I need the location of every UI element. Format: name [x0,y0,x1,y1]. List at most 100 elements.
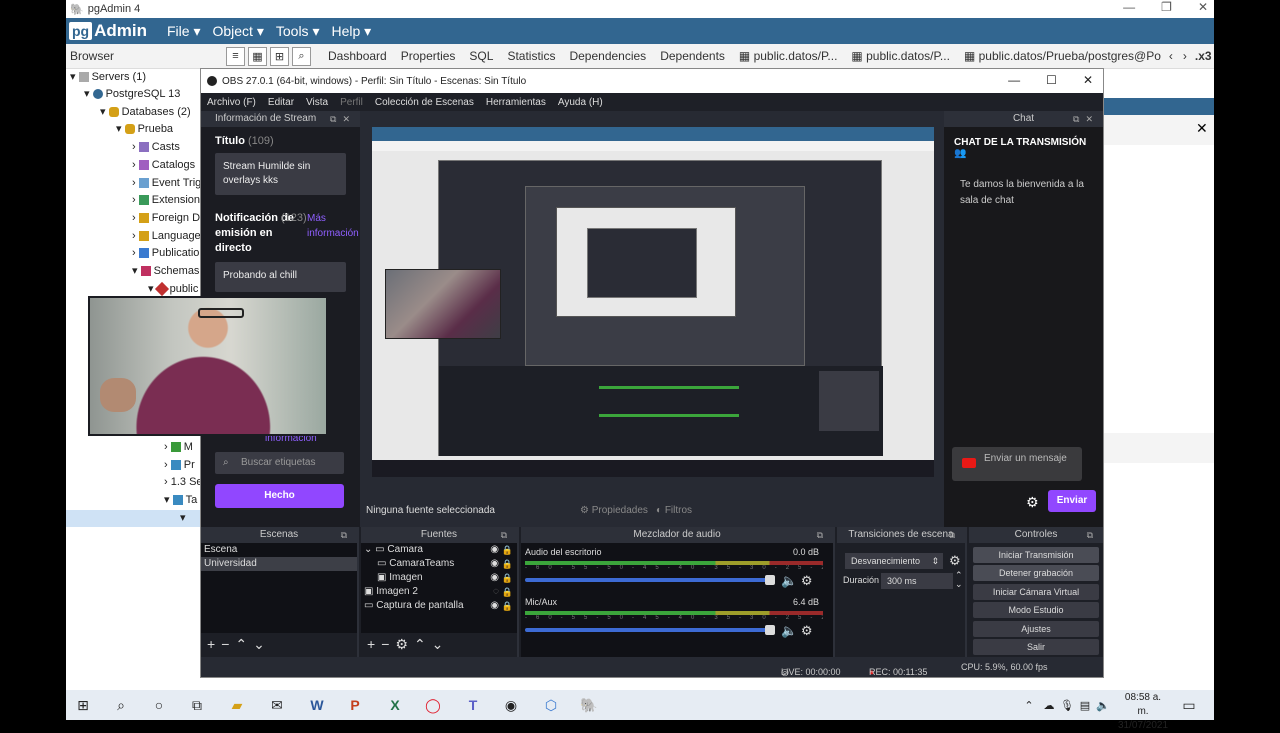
search-icon[interactable]: ⌕ [112,696,130,714]
gear-icon[interactable]: ⚙ [801,623,813,638]
gear-icon[interactable]: ⚙ [949,553,961,569]
menu-coleccion[interactable]: Colección de Escenas [375,97,474,108]
restore-icon[interactable]: ❐ [1161,0,1172,14]
cortana-icon[interactable]: ○ [150,696,168,714]
obs-icon[interactable]: ◉ [502,696,520,714]
table-icon[interactable]: ▦ [248,46,267,66]
windows-start-icon[interactable]: ⊞ [74,696,92,714]
close-icon[interactable]: ✕ [1198,0,1208,14]
tab-extra[interactable]: .x3 [1195,49,1212,63]
tab-dependencies[interactable]: Dependencies [569,49,646,63]
gear-icon[interactable]: ⚙ [801,573,813,588]
move-down-icon[interactable]: ⌄ [253,636,271,652]
remove-icon[interactable]: − [381,636,395,652]
tree-node-se[interactable]: › 1.3 Se [164,474,203,491]
search-icon[interactable]: ⌕ [292,46,311,66]
source-item[interactable]: ▣ Imagen 2 ◌ 🔒 [361,585,517,599]
send-button[interactable]: Enviar [1048,490,1096,512]
menu-editar[interactable]: Editar [268,97,294,108]
close-dock-icon[interactable]: ✕ [342,114,356,124]
tree-node-languages[interactable]: › Languages [132,228,206,245]
float-dock-icon[interactable]: ⧉ [817,527,829,543]
menu-perfil[interactable]: Perfil [340,97,363,108]
chevron-right-icon[interactable]: › [1183,49,1187,63]
maximize-icon[interactable]: ☐ [1046,73,1057,87]
float-dock-icon[interactable]: ⧉ [1087,527,1099,543]
preview-canvas[interactable] [372,127,934,477]
tree-node-prueba[interactable]: ▾ Prueba [116,121,173,138]
eye-hidden-icon[interactable]: ◌ [493,585,499,599]
menu-object[interactable]: Object ▾ [212,23,263,40]
float-dock-icon[interactable]: ⧉ [949,527,961,543]
task-view-icon[interactable]: ⧉ [188,696,206,714]
network-icon[interactable]: ▤ [1076,696,1094,714]
tab-query-3[interactable]: ▦ public.datos/Prueba/postgres@Po [964,49,1161,63]
add-icon[interactable]: + [207,636,221,652]
move-up-icon[interactable]: ⌃ [414,636,432,652]
tree-node-postgresql[interactable]: ▾ PostgreSQL 13 [84,86,180,103]
notifications-icon[interactable]: ▭ [1180,696,1198,714]
stepper-icon[interactable]: ⌃ ⌄ [955,571,963,589]
word-icon[interactable]: W [308,696,326,714]
minimize-icon[interactable]: — [1123,0,1135,14]
system-clock[interactable]: 08:58 a. m. 31/07/2021 [1118,690,1168,733]
tree-node-casts[interactable]: › Casts [132,139,180,156]
slider-knob[interactable] [765,625,775,635]
camera-icon[interactable] [962,458,976,468]
notification-input[interactable]: Probando al chill [215,262,346,292]
chat-settings-icon[interactable]: ⚙ [1026,494,1039,511]
float-dock-icon[interactable]: ⧉ [330,114,342,124]
menu-tools[interactable]: Tools ▾ [276,23,320,40]
source-item[interactable]: ⌄ ▭ Camara ◉ 🔒 [361,543,517,557]
duration-input[interactable]: 300 ms [881,573,953,589]
database-icon[interactable]: ≡ [226,46,245,66]
chevron-up-icon[interactable]: ⌃ [1020,696,1038,714]
chevron-left-icon[interactable]: ‹ [1169,49,1173,63]
move-down-icon[interactable]: ⌄ [432,636,450,652]
float-dock-icon[interactable]: ⧉ [1073,114,1085,124]
cloud-icon[interactable]: ☁ [1040,696,1058,714]
pgadmin-icon[interactable]: 🐘 [580,696,598,714]
menu-vista[interactable]: Vista [306,97,328,108]
tag-search-input[interactable]: ⌕ Buscar etiquetas [215,452,344,474]
eye-icon[interactable]: ◉ [490,599,499,613]
powerpoint-icon[interactable]: P [346,696,364,714]
move-up-icon[interactable]: ⌃ [235,636,253,652]
source-item[interactable]: ▭ Captura de pantalla ◉ 🔒 [361,599,517,613]
eye-icon[interactable]: ◉ [490,557,499,571]
close-panel-icon[interactable]: ✕ [1196,120,1208,137]
gear-icon[interactable]: ⚙ [395,636,414,652]
source-item[interactable]: ▣ Imagen ◉ 🔒 [361,571,517,585]
app-cube-icon[interactable]: ⬡ [542,696,560,714]
tree-node-schemas[interactable]: ▾ Schemas [132,263,199,280]
microphone-icon[interactable]: 🎙 [1058,696,1076,714]
close-dock-icon[interactable]: ✕ [1085,114,1099,124]
tab-properties[interactable]: Properties [401,49,456,63]
properties-button[interactable]: ⚙ Propiedades [580,505,648,516]
tree-node-databases[interactable]: ▾ Databases (2) [100,104,191,121]
done-button[interactable]: Hecho [215,484,344,508]
minimize-icon[interactable]: — [1008,73,1020,87]
menu-file[interactable]: File ▾ [167,23,200,40]
add-icon[interactable]: + [367,636,381,652]
tree-node-pr[interactable]: › Pr [164,457,195,474]
close-icon[interactable]: ✕ [1083,73,1093,87]
menu-herramientas[interactable]: Herramientas [486,97,546,108]
mail-icon[interactable]: ✉ [268,696,286,714]
stop-recording-button[interactable]: Detener grabación [973,565,1099,581]
stream-title-input[interactable]: Stream Humilde sin overlays kks [215,153,346,195]
slider-knob[interactable] [765,575,775,585]
scene-item-selected[interactable]: Universidad [201,557,357,571]
volume-slider[interactable] [525,575,775,585]
tab-statistics[interactable]: Statistics [507,49,555,63]
lock-icon[interactable]: 🔒 [502,543,513,557]
lock-icon[interactable]: 🔒 [502,557,513,571]
menu-ayuda[interactable]: Ayuda (H) [558,97,603,108]
remove-icon[interactable]: − [221,636,235,652]
tab-dashboard[interactable]: Dashboard [328,49,387,63]
transition-select[interactable]: Desvanecimiento ⇕ [845,553,943,569]
tree-node-servers[interactable]: ▾ Servers (1) [70,69,146,86]
tab-query-2[interactable]: ▦ public.datos/P... [851,49,950,63]
scene-item[interactable]: Escena [201,543,357,557]
float-dock-icon[interactable]: ⧉ [341,527,353,543]
